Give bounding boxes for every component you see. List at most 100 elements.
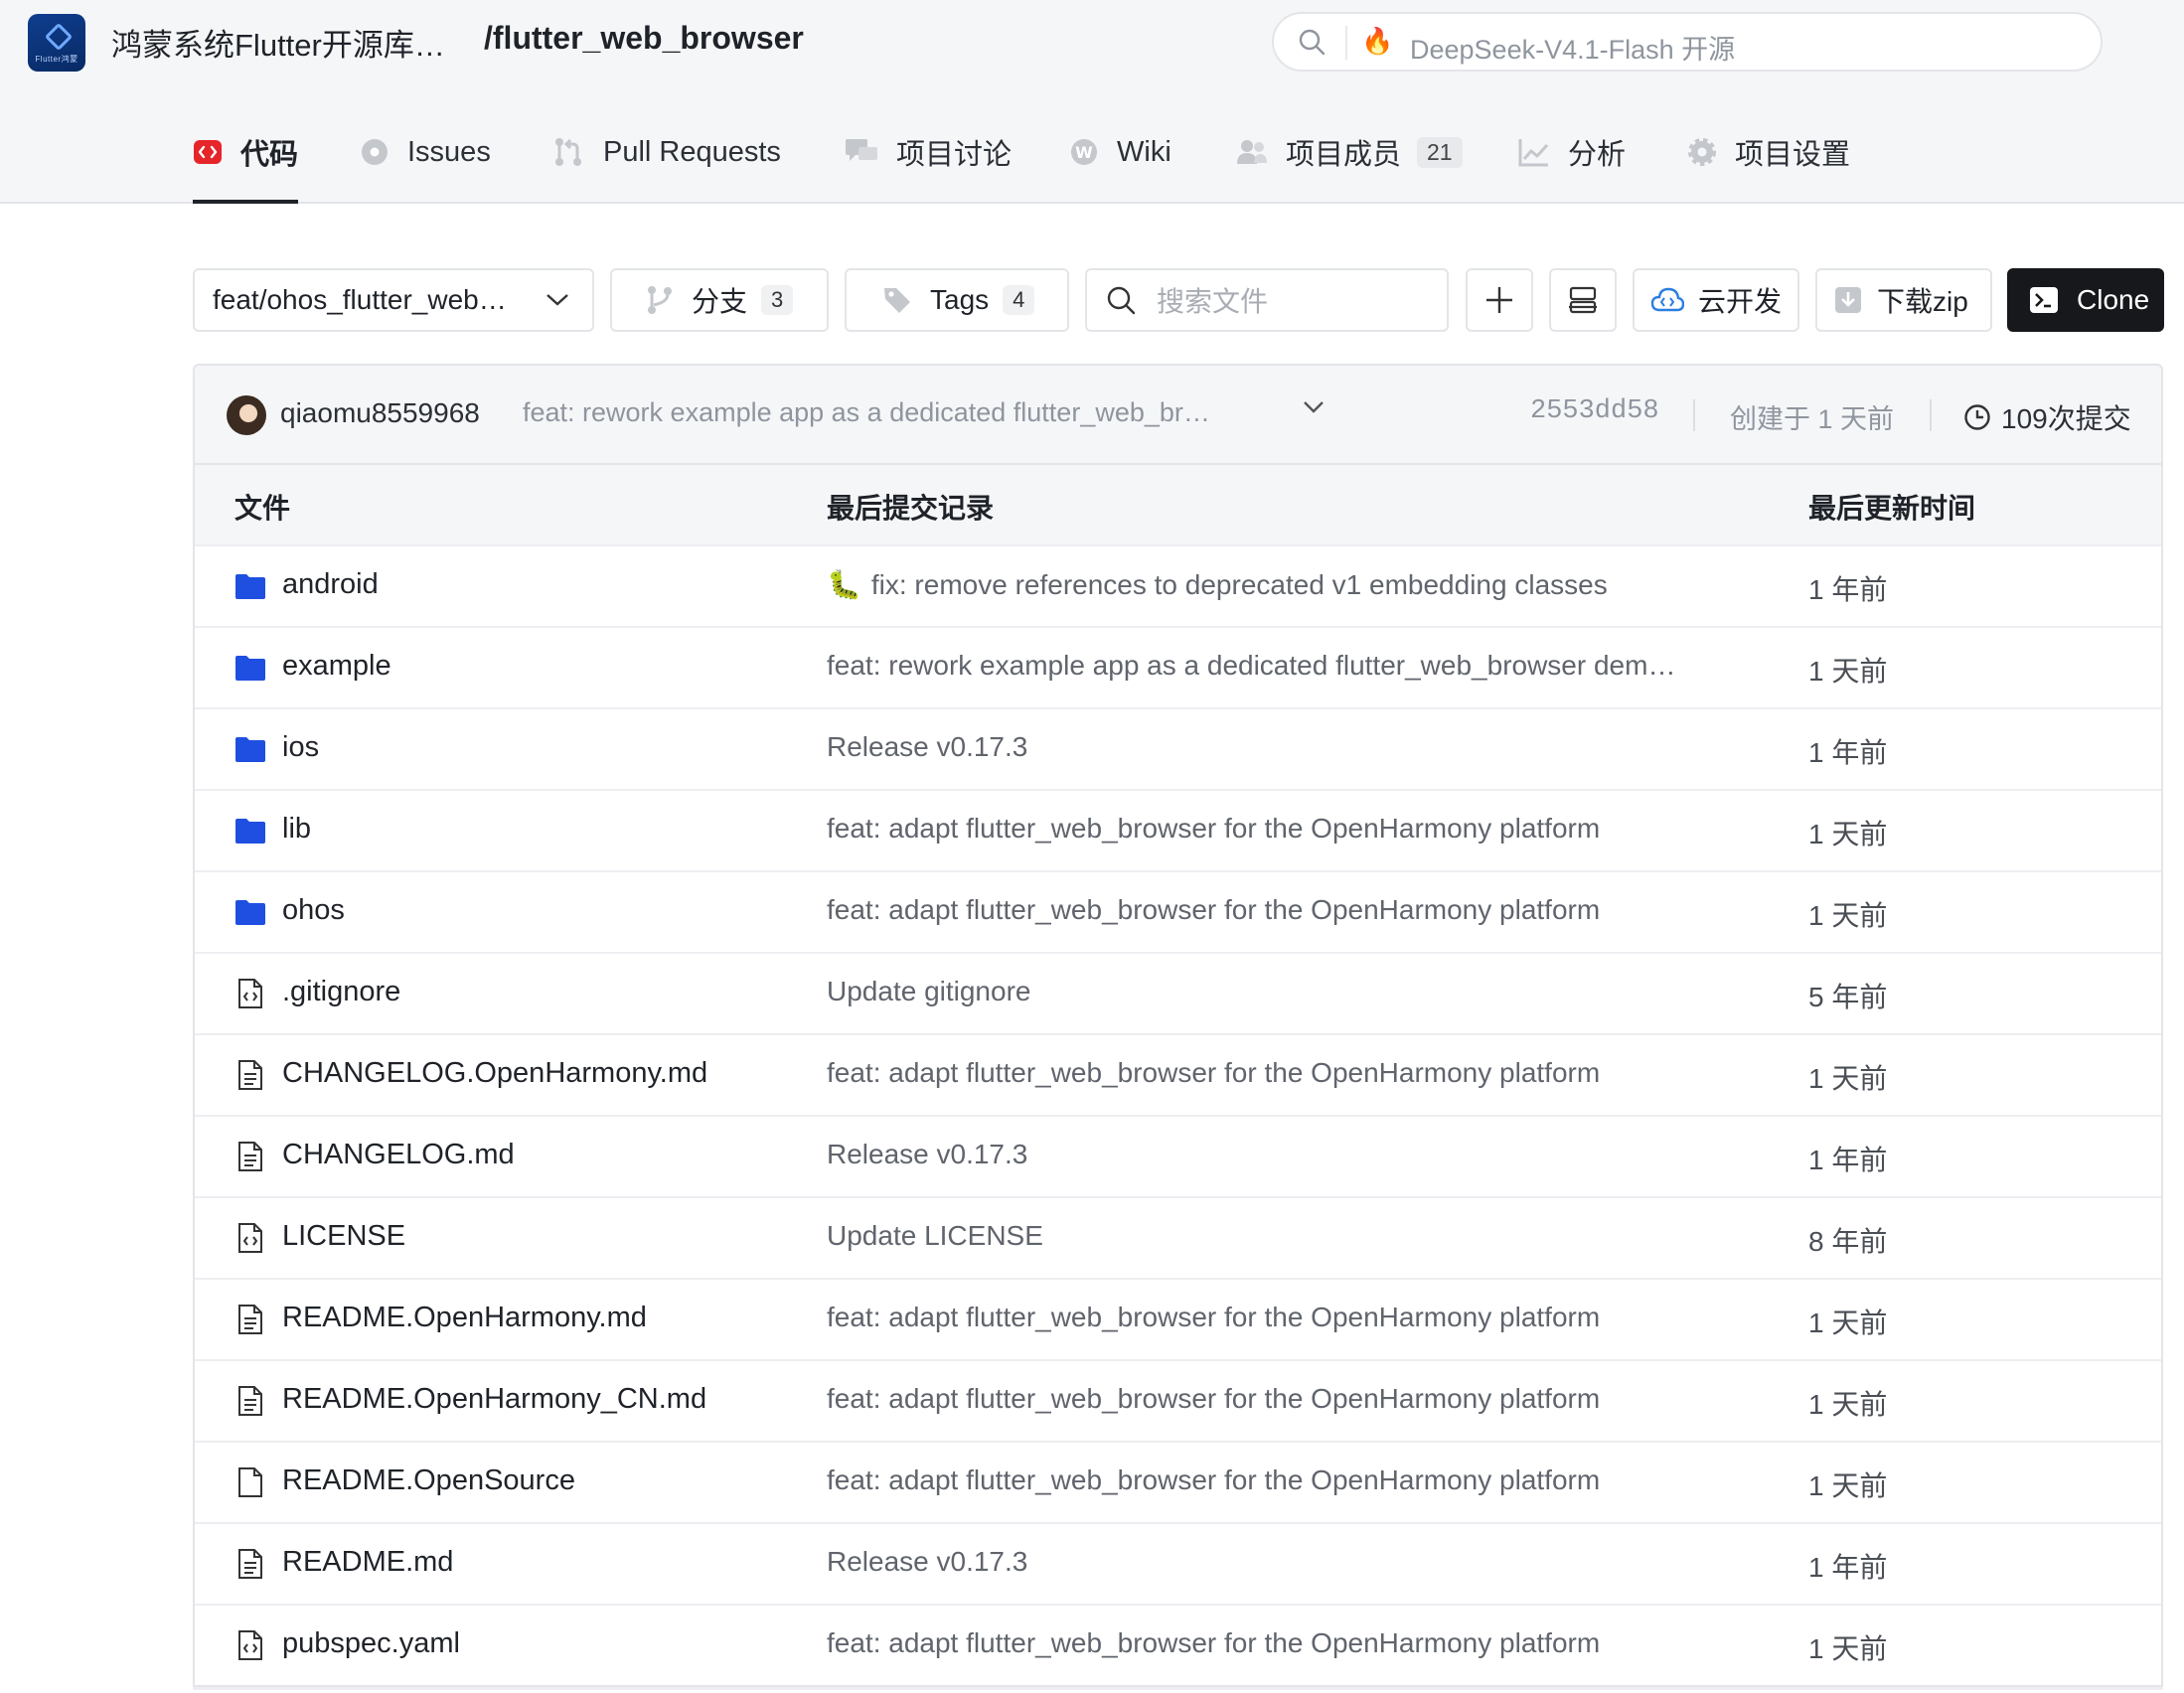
commit-message-link[interactable]: feat: adapt flutter_web_browser for the … <box>827 1302 1600 1333</box>
commit-message-link[interactable]: feat: adapt flutter_web_browser for the … <box>827 1057 1600 1089</box>
commit-message-link[interactable]: feat: rework example app as a dedicated … <box>523 397 1210 428</box>
tab-discussions[interactable]: 项目讨论 <box>845 102 1012 202</box>
table-row[interactable]: example feat: rework example app as a ded… <box>195 628 2161 709</box>
download-icon <box>1833 285 1863 315</box>
table-row[interactable]: CHANGELOG.OpenHarmony.md feat: adapt flut… <box>195 1035 2161 1117</box>
file-name-link[interactable]: android <box>282 568 379 601</box>
commit-message-link[interactable]: feat: adapt flutter_web_browser for the … <box>827 813 1600 845</box>
settings-icon <box>1687 137 1717 167</box>
file-name-link[interactable]: pubspec.yaml <box>282 1627 460 1660</box>
table-row[interactable]: android 🐛 fix: remove references to deprec… <box>195 546 2161 628</box>
updated-time: 1 天前 <box>1808 900 1888 931</box>
table-row[interactable]: pubspec.yaml feat: adapt flutter_web_brow… <box>195 1606 2161 1685</box>
tab-analytics[interactable]: 分析 <box>1518 102 1626 202</box>
tab-code[interactable]: 代码 <box>193 102 299 204</box>
tab-issues[interactable]: Issues <box>360 102 491 202</box>
file-name-link[interactable]: LICENSE <box>282 1220 405 1253</box>
commit-message-text: fix: remove references to deprecated v1 … <box>870 569 1608 600</box>
file-name-link[interactable]: .gitignore <box>282 976 400 1008</box>
file-name-link[interactable]: CHANGELOG.md <box>282 1139 515 1171</box>
file-name-link[interactable]: ios <box>282 731 319 764</box>
file-name-link[interactable]: README.OpenHarmony.md <box>282 1302 647 1334</box>
table-row[interactable]: README.md Release v0.17.3 1 年前 <box>195 1524 2161 1606</box>
chevron-down-icon <box>545 292 570 308</box>
commit-message-link[interactable]: Release v0.17.3 <box>827 1139 1027 1170</box>
table-row[interactable]: LICENSE Update LICENSE 8 年前 <box>195 1198 2161 1280</box>
commit-message-link[interactable]: Release v0.17.3 <box>827 731 1027 763</box>
document-icon <box>234 1059 266 1091</box>
column-header-file: 文件 <box>234 493 291 524</box>
tab-label: 项目讨论 <box>896 139 1013 171</box>
commit-message-link[interactable]: feat: rework example app as a dedicated … <box>827 650 1675 682</box>
file-name-link[interactable]: example <box>282 650 391 683</box>
folder-icon <box>234 815 266 846</box>
updated-time: 1 年前 <box>1808 737 1888 768</box>
commit-count-label: 109次提交 <box>2001 403 2131 434</box>
project-logo[interactable]: Flutter鸿蒙 <box>28 14 85 72</box>
tab-settings[interactable]: 项目设置 <box>1687 102 1850 202</box>
code-icon <box>193 137 223 167</box>
clone-button[interactable]: Clone <box>2007 268 2164 332</box>
table-bottom-divider <box>193 1687 2163 1690</box>
commit-message-text: feat: adapt flutter_web_browser for the … <box>827 1627 1601 1658</box>
chevron-down-icon[interactable] <box>1302 399 1326 415</box>
top-header: Flutter鸿蒙 鸿蒙系统Flutter开源库… /flutter_web_b… <box>0 0 2184 102</box>
branches-button[interactable]: 分支 3 <box>610 268 829 332</box>
issues-icon <box>360 137 390 167</box>
commit-author-link[interactable]: qiaomu8559968 <box>280 397 480 429</box>
tab-pull-requests[interactable]: Pull Requests <box>551 102 781 202</box>
commit-message-text: Release v0.17.3 <box>827 731 1028 762</box>
table-row[interactable]: README.OpenHarmony.md feat: adapt flutter… <box>195 1280 2161 1361</box>
updated-time: 1 天前 <box>1808 1633 1888 1664</box>
table-row[interactable]: .gitignore Update gitignore 5 年前 <box>195 954 2161 1035</box>
file-name-link[interactable]: ohos <box>282 894 345 927</box>
updated-time: 1 天前 <box>1808 1308 1888 1338</box>
table-row[interactable]: README.OpenSource feat: adapt flutter_web… <box>195 1443 2161 1524</box>
table-row[interactable]: ohos feat: adapt flutter_web_browser for … <box>195 872 2161 954</box>
tags-button[interactable]: Tags 4 <box>845 268 1069 332</box>
file-name-link[interactable]: CHANGELOG.OpenHarmony.md <box>282 1057 707 1090</box>
add-file-button[interactable] <box>1466 268 1533 332</box>
document-icon <box>234 1141 266 1172</box>
file-name-link[interactable]: README.md <box>282 1546 453 1579</box>
file-name-link[interactable]: lib <box>282 813 311 846</box>
branch-select[interactable]: feat/ohos_flutter_web… <box>193 268 594 332</box>
file-table: 文件 最后提交记录 最后更新时间 android 🐛 fix: remove ref… <box>193 463 2163 1687</box>
table-row[interactable]: lib feat: adapt flutter_web_browser for t… <box>195 791 2161 872</box>
file-name-link[interactable]: README.OpenSource <box>282 1464 575 1497</box>
updated-time: 1 年前 <box>1808 574 1888 605</box>
file-name-link[interactable]: README.OpenHarmony_CN.md <box>282 1383 706 1416</box>
commit-message-link[interactable]: feat: adapt flutter_web_browser for the … <box>827 894 1600 926</box>
global-search-input[interactable]: 🔥 DeepSeek-V4.1-Flash 开源 <box>1272 12 2103 72</box>
table-row[interactable]: ios Release v0.17.3 1 年前 <box>195 709 2161 791</box>
commit-message-text: Release v0.17.3 <box>827 1546 1028 1577</box>
repo-owner-link[interactable]: 鸿蒙系统Flutter开源库… <box>111 20 445 65</box>
repo-name-link[interactable]: /flutter_web_browser <box>484 20 804 57</box>
code-file-icon <box>234 1629 266 1661</box>
cloud-dev-label: 云开发 <box>1698 286 1783 317</box>
download-zip-button[interactable]: 下载zip <box>1815 268 1992 332</box>
commit-message-link[interactable]: feat: adapt flutter_web_browser for the … <box>827 1383 1600 1415</box>
avatar[interactable] <box>227 395 266 435</box>
table-row[interactable]: README.OpenHarmony_CN.md feat: adapt flut… <box>195 1361 2161 1443</box>
commit-hash-link[interactable]: 2553dd58 <box>1530 396 1659 426</box>
web-ide-button[interactable] <box>1549 268 1617 332</box>
tab-label: 项目成员 <box>1286 139 1402 171</box>
commit-message-link[interactable]: feat: adapt flutter_web_browser for the … <box>827 1627 1600 1659</box>
commit-count-link[interactable]: 109次提交 <box>1963 397 2131 437</box>
commit-message-link[interactable]: 🐛 fix: remove references to deprecated v1… <box>827 568 1608 601</box>
file-search-input[interactable]: 搜索文件 <box>1085 268 1449 332</box>
commit-message-text: Update LICENSE <box>827 1220 1043 1251</box>
commit-message-link[interactable]: Release v0.17.3 <box>827 1546 1027 1578</box>
commit-message-text: Update gitignore <box>827 976 1031 1006</box>
logo-text: Flutter鸿蒙 <box>35 55 78 64</box>
commit-message-link[interactable]: Update gitignore <box>827 976 1030 1007</box>
tab-members[interactable]: 项目成员 21 <box>1236 102 1463 202</box>
folder-icon <box>234 570 266 602</box>
cloud-dev-button[interactable]: 云开发 <box>1633 268 1799 332</box>
repo-nav-tabs: 代码 Issues Pull Requests 项目讨论 W Wiki 项目成员… <box>0 102 2184 204</box>
tab-wiki[interactable]: W Wiki <box>1069 102 1171 202</box>
commit-message-link[interactable]: feat: adapt flutter_web_browser for the … <box>827 1464 1600 1496</box>
commit-message-link[interactable]: Update LICENSE <box>827 1220 1043 1252</box>
table-row[interactable]: CHANGELOG.md Release v0.17.3 1 年前 <box>195 1117 2161 1198</box>
